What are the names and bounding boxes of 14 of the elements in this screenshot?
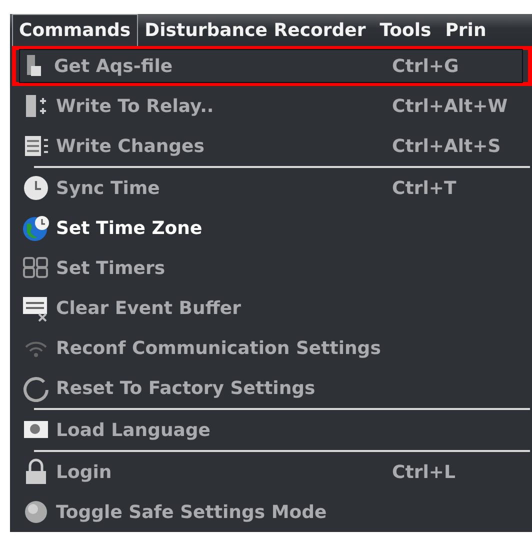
clock-icon [22, 174, 50, 202]
shortcut-text: Ctrl+Alt+S [392, 136, 502, 156]
menu-tab[interactable]: Tools [372, 14, 438, 46]
menu-tab[interactable]: Commands [12, 14, 138, 46]
globe-icon [22, 214, 50, 242]
shortcut-text: Ctrl+G [392, 56, 460, 76]
shortcut-text: Ctrl+L [392, 462, 456, 482]
menu-tab[interactable]: Disturbance Recorder [138, 14, 373, 46]
sphere-icon [22, 498, 50, 526]
menu-tab[interactable]: Prin [438, 14, 494, 46]
shortcut-text: Ctrl+T [392, 178, 458, 198]
shortcut-text: Ctrl+Alt+W [392, 96, 509, 116]
clear-list-icon [22, 294, 50, 322]
menu-item[interactable]: Set Time Zone [56, 218, 522, 238]
